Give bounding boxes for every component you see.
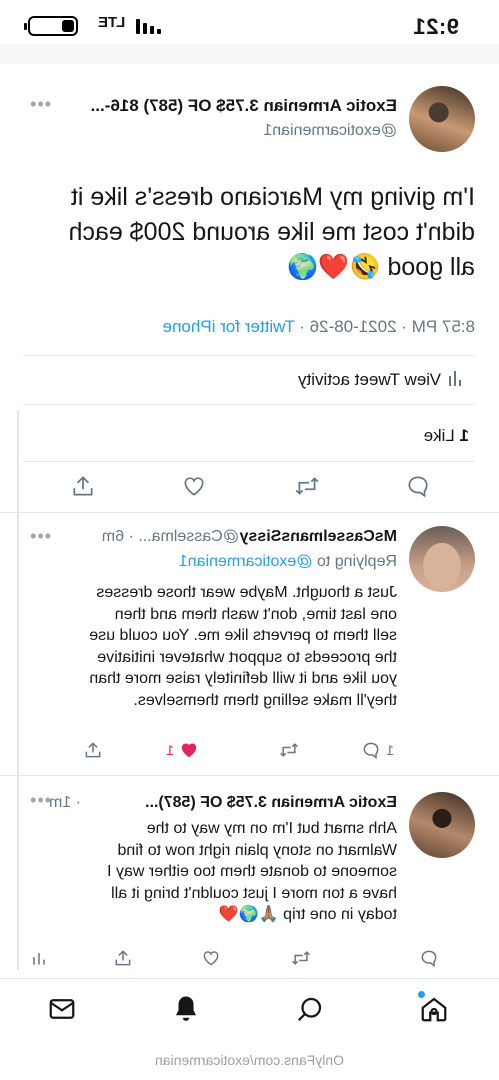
likes-label: Like (423, 426, 455, 445)
reply-avatar[interactable] (409, 792, 475, 858)
view-tweet-activity-link[interactable]: View Tweet activity (298, 370, 441, 390)
signal-icon (136, 18, 161, 34)
like-icon[interactable] (181, 473, 207, 499)
divider (0, 512, 499, 513)
more-options-icon[interactable]: ••• (29, 94, 51, 115)
share-icon[interactable] (70, 473, 96, 499)
divider (23, 404, 475, 405)
battery-icon (28, 16, 78, 36)
more-options-icon[interactable]: ••• (29, 790, 51, 811)
like-icon-active[interactable] (179, 740, 199, 760)
carrier-label: LTE (98, 14, 126, 31)
likes-count: 1 (459, 426, 469, 445)
share-icon[interactable] (113, 948, 133, 968)
like-icon[interactable] (201, 948, 221, 968)
reply-text: Just a thought. Maybe wear those dresses… (89, 584, 397, 709)
tweet-timestamp: 8:57 PM · 2021-08-26 · (294, 317, 475, 336)
analytics-icon[interactable] (29, 948, 49, 968)
home-notification-dot (418, 991, 425, 998)
likes-count-row[interactable]: 1 Like (424, 426, 469, 446)
reply-avatar[interactable] (409, 526, 475, 592)
tweet-text: I'm giving my Marciano dress's like it d… (68, 183, 475, 281)
author-display-name[interactable]: Exotic Armenian 3.75$ OF (587) 816-... (91, 96, 397, 116)
author-avatar[interactable] (409, 86, 475, 152)
replying-prefix: Replying to (312, 553, 397, 570)
more-options-icon[interactable]: ••• (29, 526, 51, 547)
tweet-source-link[interactable]: Twitter for iPhone (163, 317, 295, 336)
home-icon[interactable] (419, 994, 449, 1024)
notifications-icon[interactable] (171, 994, 201, 1024)
reply-handle-time: · 1m (49, 794, 81, 811)
reply-icon[interactable] (361, 740, 381, 760)
reply-text: Ahh smart but I'm on my way to the Walma… (107, 820, 397, 923)
watermark-text: OnlyFans.com/exoticarmenian (154, 1052, 345, 1068)
divider (23, 355, 475, 356)
divider (23, 461, 475, 462)
reply-icon[interactable] (405, 473, 431, 499)
retweet-icon[interactable] (279, 740, 299, 760)
replying-to: Replying to @exoticarmenian1 (179, 553, 397, 571)
author-handle[interactable]: @exoticarmenian1 (263, 122, 397, 140)
retweet-icon[interactable] (291, 948, 311, 968)
search-icon[interactable] (295, 994, 325, 1024)
like-count: 1 (166, 742, 174, 758)
nav-bar-ghost (0, 44, 499, 64)
tweet-meta: 8:57 PM · 2021-08-26 · Twitter for iPhon… (163, 317, 475, 337)
reply-count: 1 (386, 742, 394, 758)
messages-icon[interactable] (47, 994, 77, 1024)
share-icon[interactable] (83, 740, 103, 760)
retweet-icon[interactable] (294, 473, 320, 499)
reply-icon[interactable] (419, 948, 439, 968)
divider (0, 775, 499, 776)
reply-display-name[interactable]: Exotic Armenian 3.75$ OF (587)... (145, 794, 397, 812)
replying-to-link[interactable]: @exoticarmenian1 (179, 553, 313, 570)
reply-handle-time: @Casselma... · 6m (101, 528, 239, 545)
mirrored-screenshot: 9:21 LTE Exotic Armenian 3.75$ OF (587) … (0, 0, 499, 1080)
status-time: 9:21 (412, 14, 459, 39)
reply-display-name[interactable]: MsCasselmansSissy (240, 528, 397, 546)
analytics-icon (449, 371, 461, 386)
